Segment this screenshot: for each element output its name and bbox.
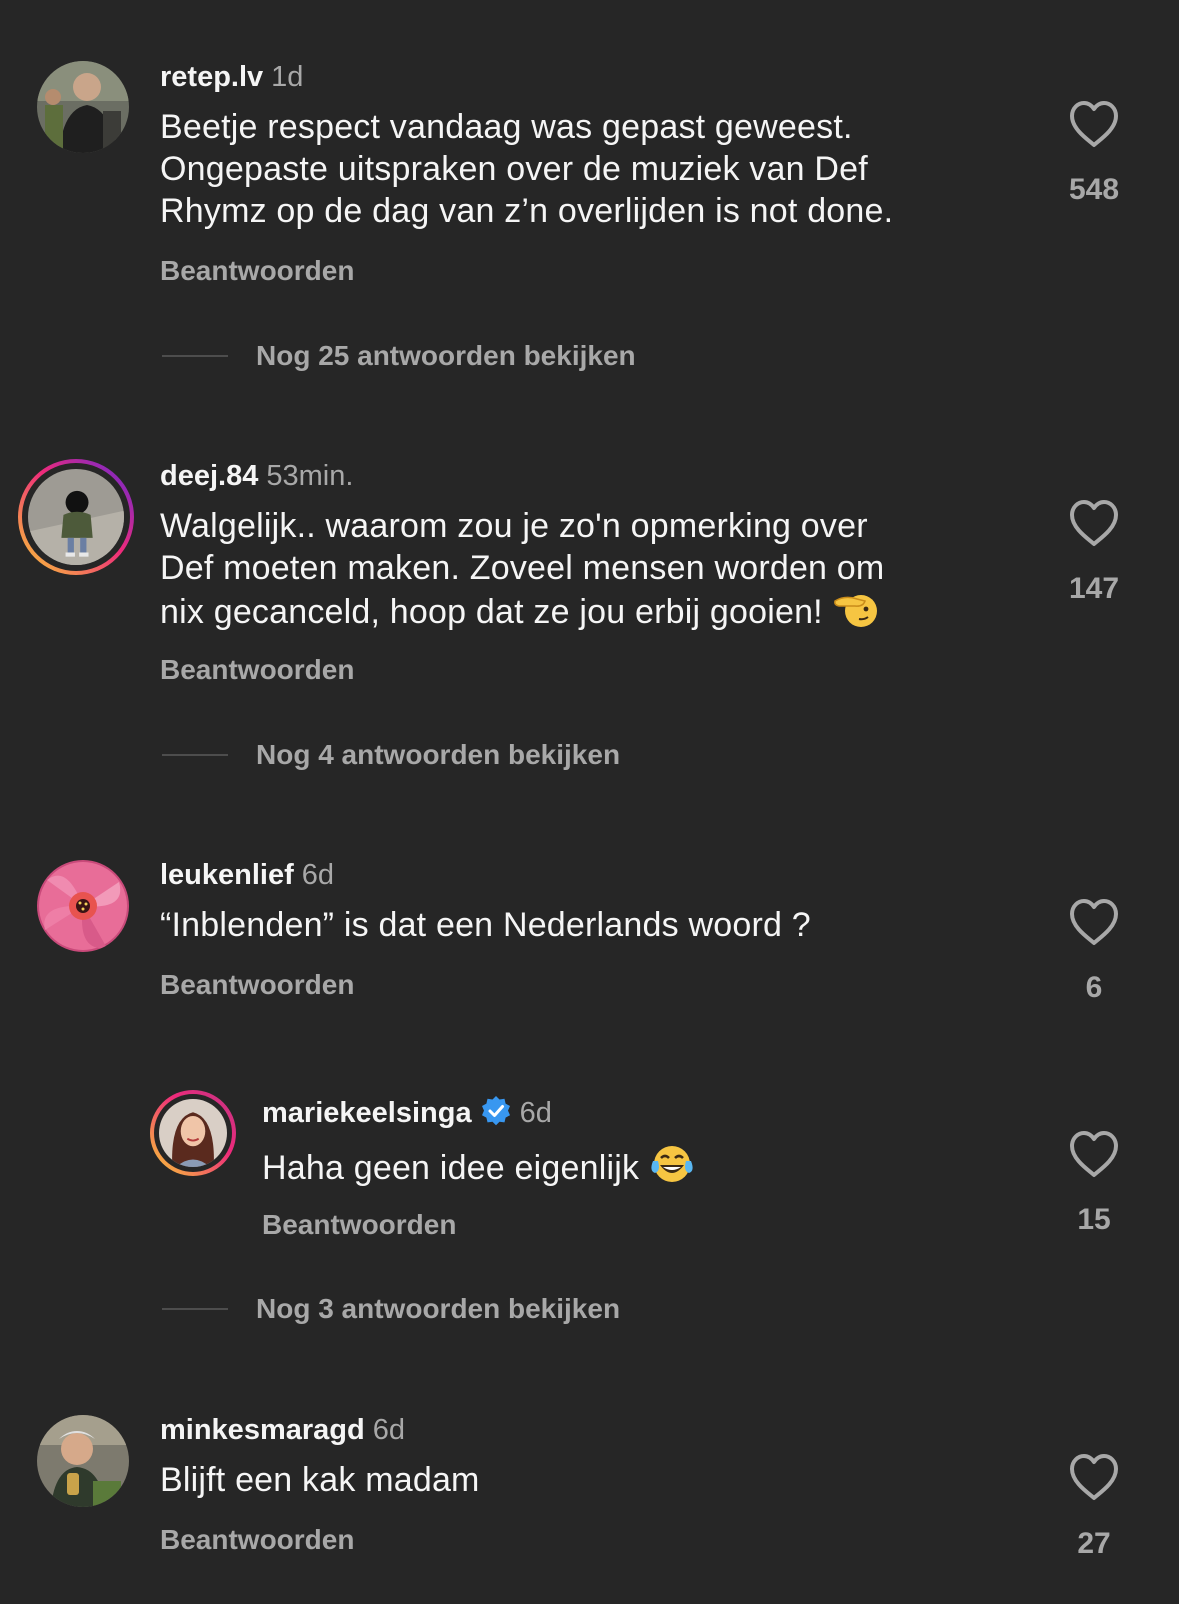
reply-header: mariekeelsinga 6d xyxy=(262,1095,552,1130)
divider xyxy=(162,754,228,756)
like-count: 6 xyxy=(1085,971,1103,1004)
verified-badge-icon xyxy=(480,1095,512,1127)
heart-icon xyxy=(1070,500,1118,546)
avatar[interactable] xyxy=(150,1090,236,1176)
comment-line: “Inblenden” is dat een Nederlands woord … xyxy=(160,906,811,944)
reply-button[interactable]: Beantwoorden xyxy=(160,653,354,687)
tears-of-joy-emoji xyxy=(649,1143,695,1195)
reply-button[interactable]: Beantwoorden xyxy=(160,254,354,288)
comment-header: minkesmaragd 6d xyxy=(160,1413,405,1447)
timestamp: 1d xyxy=(271,61,304,93)
divider xyxy=(162,1308,228,1310)
like-count: 147 xyxy=(1068,572,1120,605)
avatar[interactable] xyxy=(37,1415,129,1507)
heart-icon xyxy=(1070,1131,1118,1177)
comment-line: Rhymz op de dag van z’n overlijden is no… xyxy=(160,192,894,230)
like-count: 548 xyxy=(1068,173,1120,206)
view-more-replies[interactable]: Nog 4 antwoorden bekijken xyxy=(162,738,620,772)
view-more-replies-label: Nog 25 antwoorden bekijken xyxy=(256,340,636,371)
like-count: 27 xyxy=(1077,1527,1111,1560)
divider xyxy=(162,355,228,357)
avatar[interactable] xyxy=(37,860,129,952)
comment-line: Blijft een kak madam xyxy=(160,1461,480,1499)
comments-list: retep.lv 1d Beetje respect vandaag was ge… xyxy=(0,0,1179,1604)
heart-icon xyxy=(1070,899,1118,945)
reply-button[interactable]: Beantwoorden xyxy=(262,1208,456,1242)
avatar[interactable] xyxy=(37,61,129,153)
reply-button[interactable]: Beantwoorden xyxy=(160,968,354,1002)
comment-line: Def moeten maken. Zoveel mensen worden o… xyxy=(160,549,885,587)
heart-icon xyxy=(1070,101,1118,147)
like-button[interactable] xyxy=(1068,898,1120,950)
view-more-replies-label: Nog 4 antwoorden bekijken xyxy=(256,739,621,770)
username[interactable]: leukenlief xyxy=(160,859,294,891)
view-more-replies[interactable]: Nog 3 antwoorden bekijken xyxy=(162,1292,620,1326)
heart-icon xyxy=(1070,1454,1118,1500)
comment-text: Beetje respect vandaag was gepast gewees… xyxy=(160,106,893,232)
comment-header: leukenlief 6d xyxy=(160,858,334,892)
comment-line-text: nix gecanceld, hoop dat ze jou erbij goo… xyxy=(160,593,823,631)
timestamp: 6d xyxy=(519,1097,552,1129)
reply-text: Haha geen idee eigenlijk xyxy=(262,1143,695,1195)
like-button[interactable] xyxy=(1068,1130,1120,1182)
username[interactable]: retep.lv xyxy=(160,61,263,93)
username[interactable]: mariekeelsinga xyxy=(262,1097,472,1129)
view-more-replies[interactable]: Nog 25 antwoorden bekijken xyxy=(162,339,636,373)
timestamp: 6d xyxy=(301,859,335,891)
comment-line: Beetje respect vandaag was gepast gewees… xyxy=(160,108,853,146)
reply-button[interactable]: Beantwoorden xyxy=(160,1523,354,1557)
reply-text-content: Haha geen idee eigenlijk xyxy=(262,1149,640,1187)
comment-line: Walgelijk.. waarom zou je zo'n opmerking… xyxy=(160,507,868,545)
saluting-face-emoji xyxy=(833,589,877,639)
comment-text: Blijft een kak madam xyxy=(160,1459,480,1501)
comment-text: Walgelijk.. waarom zou je zo'n opmerking… xyxy=(160,505,884,639)
like-button[interactable] xyxy=(1068,499,1120,551)
username[interactable]: deej.84 xyxy=(160,460,258,492)
comment-line: Ongepaste uitspraken over de muziek van … xyxy=(160,150,868,188)
timestamp: 6d xyxy=(372,1414,405,1446)
view-more-replies-label: Nog 3 antwoorden bekijken xyxy=(256,1293,621,1324)
username[interactable]: minkesmaragd xyxy=(160,1414,365,1446)
like-count: 15 xyxy=(1077,1203,1111,1236)
like-button[interactable] xyxy=(1068,100,1120,152)
comment-header: deej.84 53min. xyxy=(160,459,353,493)
avatar[interactable] xyxy=(18,459,134,575)
comment-header: retep.lv 1d xyxy=(160,60,303,94)
timestamp: 53min. xyxy=(266,460,354,492)
like-button[interactable] xyxy=(1068,1453,1120,1505)
comment-line: nix gecanceld, hoop dat ze jou erbij goo… xyxy=(160,589,884,639)
comment-text: “Inblenden” is dat een Nederlands woord … xyxy=(160,904,811,946)
